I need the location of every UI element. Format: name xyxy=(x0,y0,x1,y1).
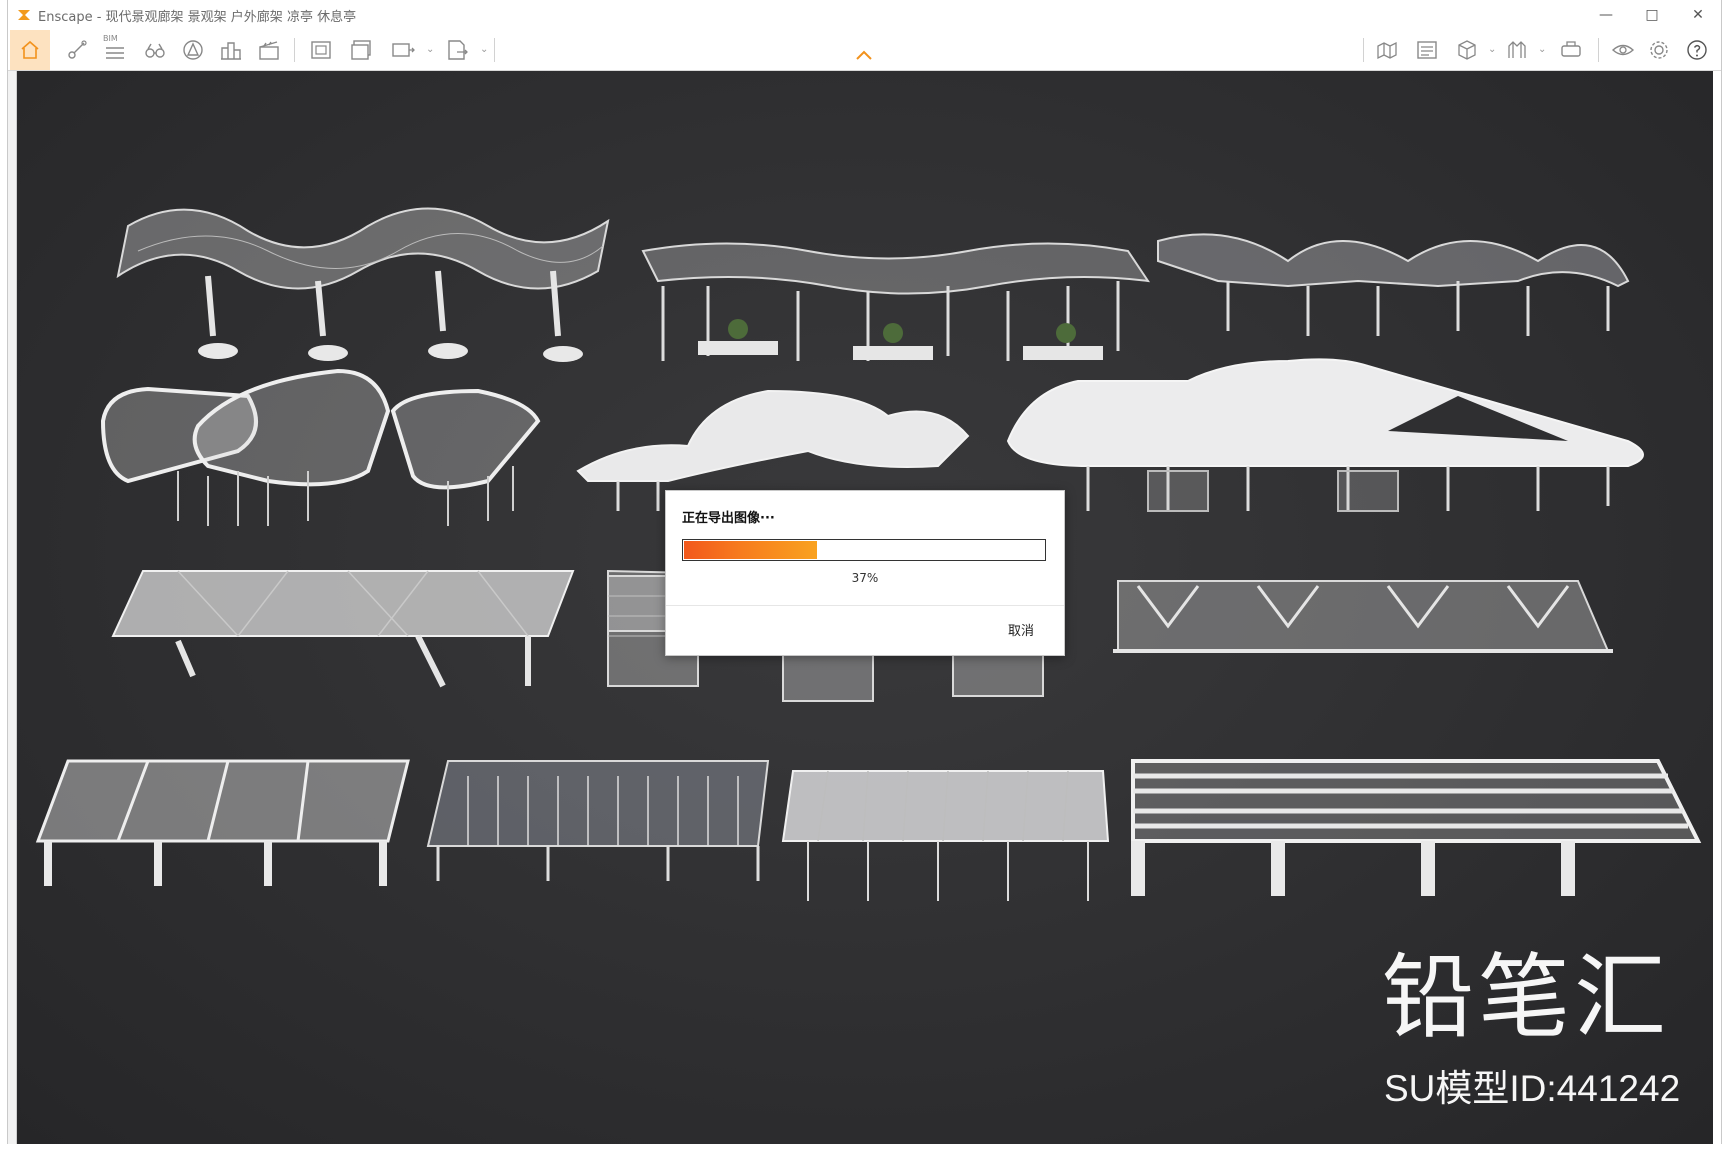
cube-views-button[interactable] xyxy=(1452,34,1482,66)
measure-button[interactable] xyxy=(62,34,92,66)
chevron-down-icon[interactable]: ⌄ xyxy=(1538,44,1546,55)
buildings-button[interactable] xyxy=(216,34,246,66)
window-title: Enscape - 现代景观廊架 景观架 户外廊架 凉亭 休息亭 xyxy=(38,9,357,25)
material-button[interactable] xyxy=(1502,34,1532,66)
toolbar: BIM ⌄ ⌄ ⌄ ⌄ xyxy=(8,30,1721,71)
toolbar-separator xyxy=(1598,38,1599,62)
toolbar-separator xyxy=(294,38,295,62)
left-panel-edge xyxy=(8,71,17,1144)
settings-icon xyxy=(1650,41,1668,59)
panorama-icon xyxy=(392,43,415,57)
glass-panel-pergola xyxy=(111,570,575,688)
bim-label: BIM xyxy=(103,34,118,43)
atlas-icon xyxy=(1417,41,1437,59)
help-button[interactable] xyxy=(1682,34,1712,66)
site-context-button[interactable] xyxy=(1372,34,1402,66)
buildings-icon xyxy=(221,42,241,60)
brand-watermark: 铅笔汇 xyxy=(1382,944,1671,1051)
material-icon xyxy=(1508,41,1526,58)
wave-frame-pergola xyxy=(641,242,1151,361)
louver-roof-pergola xyxy=(426,760,770,881)
cube-views-icon xyxy=(1458,40,1476,60)
chevron-down-icon[interactable]: ⌄ xyxy=(426,44,434,55)
window-controls: — □ ✕ xyxy=(1583,0,1721,30)
batch-render-button[interactable] xyxy=(346,34,376,66)
dialog-title: 正在导出图像··· xyxy=(682,511,775,526)
visual-settings-button[interactable] xyxy=(1608,34,1638,66)
home-icon xyxy=(21,40,39,59)
vr-headset-icon xyxy=(1561,41,1581,57)
asset-library-icon xyxy=(183,40,203,60)
wavy-grid-canopy xyxy=(116,207,610,362)
cancel-button[interactable]: 取消 xyxy=(1008,620,1034,639)
toolbar-separator xyxy=(1363,38,1364,62)
site-context-icon xyxy=(1377,41,1397,60)
progress-percent: 37% xyxy=(851,571,879,585)
chevron-down-icon[interactable]: ⌄ xyxy=(480,44,488,55)
chevron-down-icon[interactable]: ⌄ xyxy=(1488,44,1496,55)
binoculars-button[interactable] xyxy=(140,34,170,66)
export-exe-icon xyxy=(448,40,468,60)
screenshot-icon xyxy=(311,41,331,59)
settings-button[interactable] xyxy=(1644,34,1674,66)
bim-button[interactable]: BIM xyxy=(100,34,130,66)
toolbar-separator xyxy=(494,38,495,62)
slatted-roof-pergola xyxy=(35,759,410,886)
timber-beam-pergola xyxy=(1131,759,1702,896)
vr-headset-button[interactable] xyxy=(1556,34,1586,66)
panorama-button[interactable] xyxy=(388,34,418,66)
atlas-button[interactable] xyxy=(1412,34,1442,66)
progress-bar-fill xyxy=(684,541,817,559)
chevron-up-icon[interactable] xyxy=(855,48,873,62)
export-exe-button[interactable] xyxy=(442,34,472,66)
folded-fabric-canopy xyxy=(781,770,1110,901)
minimize-icon[interactable]: — xyxy=(1583,0,1629,30)
screenshot-button[interactable] xyxy=(306,34,336,66)
bottom-strip xyxy=(0,1144,1729,1151)
title-bar: Enscape - 现代景观廊架 景观架 户外廊架 凉亭 休息亭 — □ ✕ xyxy=(8,0,1721,30)
visual-settings-icon xyxy=(1611,44,1635,56)
dialog-divider xyxy=(666,605,1064,606)
video-editor-icon xyxy=(259,41,279,60)
truss-roof-pergola xyxy=(1113,580,1613,653)
close-icon[interactable]: ✕ xyxy=(1675,0,1721,30)
binoculars-icon xyxy=(145,43,165,58)
model-id-watermark: SU模型ID:441242 xyxy=(1384,1068,1681,1109)
export-progress-dialog: 正在导出图像··· 37% 取消 xyxy=(665,490,1065,656)
progress-bar xyxy=(682,539,1046,561)
large-white-roof-pavilion xyxy=(1006,358,1644,512)
enscape-logo-icon xyxy=(18,10,30,20)
home-button[interactable] xyxy=(10,30,50,70)
arched-membrane-canopy xyxy=(1157,233,1630,336)
video-editor-button[interactable] xyxy=(254,34,284,66)
maximize-icon[interactable]: □ xyxy=(1629,0,1675,30)
measure-icon xyxy=(68,40,87,59)
help-icon xyxy=(1687,40,1707,60)
triangle-louver-canopies xyxy=(100,368,541,526)
asset-library-button[interactable] xyxy=(178,34,208,66)
batch-render-icon xyxy=(351,40,371,60)
